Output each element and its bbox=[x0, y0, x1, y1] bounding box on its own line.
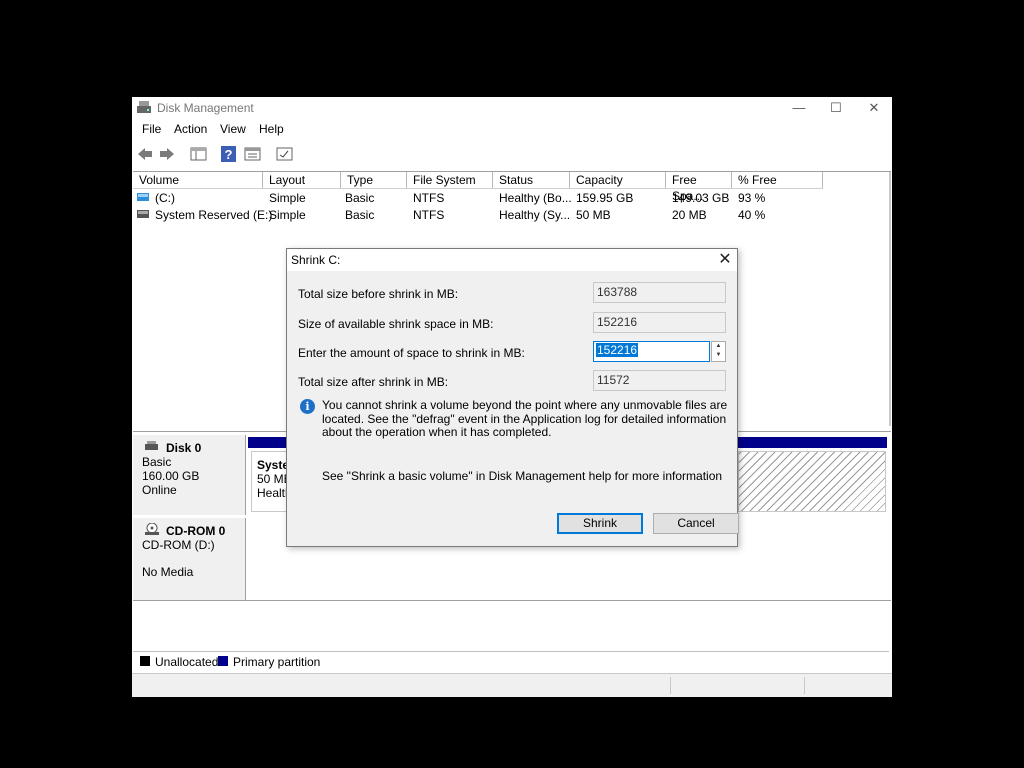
free-space-cell: 20 MB bbox=[672, 208, 707, 222]
cdrom-0-name: CD-ROM 0 bbox=[166, 524, 226, 538]
menu-bar: File Action View Help bbox=[132, 119, 892, 139]
title-bar[interactable]: Disk Management — ☐ ✕ bbox=[132, 97, 892, 119]
disk-icon bbox=[145, 441, 158, 450]
maximize-button[interactable]: ☐ bbox=[817, 99, 855, 117]
column-header-free-space[interactable]: Free Spa... bbox=[666, 172, 732, 203]
capacity-cell: 50 MB bbox=[576, 208, 611, 222]
properties-icon[interactable] bbox=[244, 146, 261, 162]
column-header-row: Volume Layout Type File System Status Ca… bbox=[133, 172, 823, 203]
table-row[interactable]: System Reserved (E:) Simple Basic NTFS H… bbox=[133, 206, 833, 223]
shrink-dialog: Shrink C: ✕ Total size before shrink in … bbox=[286, 248, 739, 547]
shrink-button[interactable]: Shrink bbox=[557, 513, 643, 534]
dialog-title-bar[interactable]: Shrink C: ✕ bbox=[287, 249, 737, 271]
total-after-field: 11572 bbox=[593, 370, 726, 391]
disk-0-type: Basic bbox=[142, 455, 172, 469]
spin-down-icon[interactable]: ▼ bbox=[712, 351, 725, 360]
spin-up-icon[interactable]: ▲ bbox=[712, 342, 725, 351]
disk-0-size: 160.00 GB bbox=[142, 469, 200, 483]
cancel-button[interactable]: Cancel bbox=[653, 513, 739, 534]
status-cell: Healthy (Sy... bbox=[499, 208, 571, 222]
total-after-label: Total size after shrink in MB: bbox=[298, 375, 449, 389]
status-cell: Healthy (Bo... bbox=[499, 191, 572, 205]
dialog-close-button[interactable]: ✕ bbox=[715, 250, 735, 270]
available-space-label: Size of available shrink space in MB: bbox=[298, 317, 494, 331]
status-divider bbox=[670, 677, 671, 694]
toolbar: ? bbox=[132, 141, 892, 165]
info-message: You cannot shrink a volume beyond the po… bbox=[322, 398, 728, 439]
column-header-file-system[interactable]: File System bbox=[407, 172, 493, 188]
percent-free-cell: 93 % bbox=[738, 191, 766, 205]
forward-icon[interactable] bbox=[159, 146, 175, 162]
vertical-scrollbar[interactable] bbox=[889, 172, 891, 426]
total-before-label: Total size before shrink in MB: bbox=[298, 287, 459, 301]
percent-free-cell: 40 % bbox=[738, 208, 766, 222]
column-header-layout[interactable]: Layout bbox=[263, 172, 341, 188]
close-button[interactable]: ✕ bbox=[855, 99, 893, 117]
primary-partition-label: Primary partition bbox=[233, 655, 321, 669]
column-header-volume[interactable]: Volume bbox=[133, 172, 263, 188]
unallocated-swatch bbox=[140, 656, 150, 666]
column-header-status[interactable]: Status bbox=[493, 172, 570, 188]
shrink-amount-label: Enter the amount of space to shrink in M… bbox=[298, 346, 525, 360]
column-header-capacity[interactable]: Capacity bbox=[570, 172, 666, 188]
divider bbox=[133, 600, 891, 601]
capacity-cell: 159.95 GB bbox=[576, 191, 634, 205]
svg-text:?: ? bbox=[225, 147, 233, 162]
menu-file[interactable]: File bbox=[142, 122, 161, 136]
legend: Unallocated Primary partition bbox=[133, 651, 889, 670]
disk-0-label[interactable]: Disk 0 Basic 160.00 GB Online bbox=[133, 435, 246, 515]
type-cell: Basic bbox=[345, 208, 375, 222]
total-before-field: 163788 bbox=[593, 282, 726, 303]
refresh-view-icon[interactable] bbox=[276, 146, 293, 162]
available-space-field: 152216 bbox=[593, 312, 726, 333]
shrink-amount-value: 152216 bbox=[596, 343, 639, 357]
shrink-amount-input[interactable]: 152216 bbox=[593, 341, 710, 362]
free-space-cell: 149.03 GB bbox=[672, 191, 730, 205]
column-header-percent-free[interactable]: % Free bbox=[732, 172, 823, 188]
shrink-amount-spinner[interactable]: ▲ ▼ bbox=[711, 341, 726, 362]
disk-0-name: Disk 0 bbox=[166, 441, 202, 455]
help-text: See "Shrink a basic volume" in Disk Mana… bbox=[322, 469, 723, 483]
file-system-cell: NTFS bbox=[413, 208, 445, 222]
primary-partition-swatch bbox=[218, 656, 228, 666]
c-partition-block[interactable] bbox=[738, 451, 886, 512]
menu-help[interactable]: Help bbox=[259, 122, 284, 136]
column-header-type[interactable]: Type bbox=[341, 172, 407, 188]
back-icon[interactable] bbox=[137, 146, 153, 162]
layout-cell: Simple bbox=[269, 191, 306, 205]
menu-view[interactable]: View bbox=[220, 122, 246, 136]
type-cell: Basic bbox=[345, 191, 375, 205]
dialog-title: Shrink C: bbox=[291, 253, 341, 267]
cdrom-0-label[interactable]: CD-ROM 0 CD-ROM (D:) No Media bbox=[133, 518, 246, 600]
window-title: Disk Management bbox=[157, 101, 254, 115]
status-bar bbox=[132, 673, 892, 697]
table-row[interactable]: (C:) Simple Basic NTFS Healthy (Bo... 15… bbox=[133, 189, 833, 206]
layout-cell: Simple bbox=[269, 208, 306, 222]
volume-drive-icon bbox=[137, 210, 149, 218]
file-system-cell: NTFS bbox=[413, 191, 445, 205]
cdrom-0-status: No Media bbox=[142, 565, 194, 579]
disk-management-icon bbox=[137, 101, 151, 113]
unallocated-label: Unallocated bbox=[155, 655, 219, 669]
volume-name-cell: System Reserved (E:) bbox=[155, 208, 273, 222]
status-divider bbox=[804, 677, 805, 694]
show-hide-console-tree-icon[interactable] bbox=[190, 146, 207, 162]
cd-rom-icon bbox=[145, 523, 159, 535]
volume-name-cell: (C:) bbox=[155, 191, 175, 205]
info-icon: i bbox=[300, 399, 315, 414]
disk-0-status: Online bbox=[142, 483, 177, 497]
help-icon[interactable]: ? bbox=[221, 146, 236, 162]
minimize-button[interactable]: — bbox=[780, 99, 818, 117]
volume-drive-icon bbox=[137, 193, 149, 201]
menu-action[interactable]: Action bbox=[174, 122, 207, 136]
cdrom-0-type: CD-ROM (D:) bbox=[142, 538, 215, 552]
